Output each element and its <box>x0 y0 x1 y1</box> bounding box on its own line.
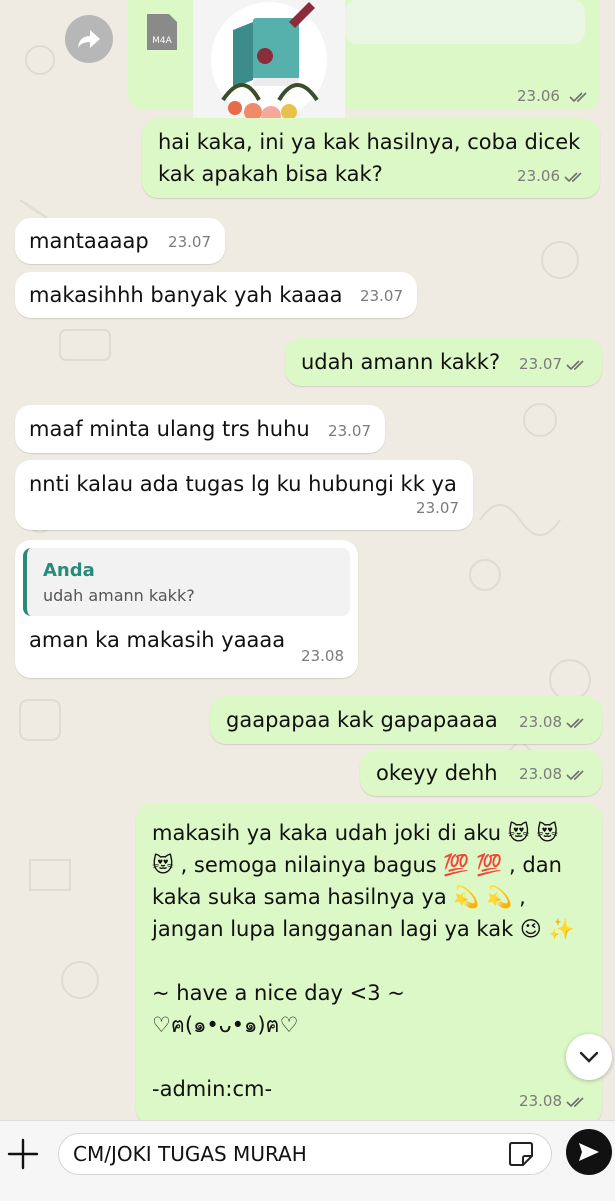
file-message-time: 23.06 <box>517 87 591 105</box>
forward-arrow-icon <box>78 30 100 48</box>
forward-button[interactable] <box>65 15 113 63</box>
outgoing-message[interactable]: okeyy dehh 23.08 <box>360 750 602 796</box>
incoming-reply-message[interactable]: Anda udah amann kakk? aman ka makasih ya… <box>15 540 358 678</box>
plus-icon[interactable] <box>6 1137 40 1171</box>
incoming-message[interactable]: mantaaaap 23.07 <box>15 218 225 264</box>
message-text: aman ka makasih yaaaa <box>29 628 286 652</box>
message-text: gaapapaa kak gapapaaaa <box>226 708 498 732</box>
outgoing-message[interactable]: gaapapaa kak gapapaaaa 23.08 <box>210 696 602 744</box>
message-time: 23.08 <box>519 1085 588 1117</box>
message-input[interactable]: CM/JOKI TUGAS MURAH <box>58 1133 552 1175</box>
quoted-message[interactable]: Anda udah amann kakk? <box>23 548 350 616</box>
outgoing-message[interactable]: hai kaka, ini ya kak hasilnya, coba dice… <box>142 118 600 198</box>
message-time: 23.08 <box>519 758 588 790</box>
incoming-message[interactable]: maaf minta ulang trs huhu 23.07 <box>15 405 385 453</box>
message-text: nnti kalau ada tugas lg ku hubungi kk ya <box>29 472 457 496</box>
message-text: makasihhh banyak yah kaaaa <box>29 283 343 307</box>
outgoing-message[interactable]: udah amann kakk? 23.07 <box>285 338 602 386</box>
message-time: 23.06 <box>517 160 586 192</box>
message-time: 23.07 <box>416 499 459 517</box>
quoted-author: Anda <box>43 560 95 581</box>
send-icon <box>579 1143 599 1161</box>
double-check-icon <box>566 717 584 728</box>
message-text: makasih ya kaka udah joki di aku 😻 😻 😻 ,… <box>152 821 575 1101</box>
message-text: mantaaaap <box>29 229 149 253</box>
incoming-message[interactable]: nnti kalau ada tugas lg ku hubungi kk ya… <box>15 460 473 530</box>
chat-area[interactable]: M4A 23.06 hai kaka, ini ya kak hasilnya,… <box>0 0 615 1120</box>
message-text: okeyy dehh <box>376 761 498 785</box>
double-check-icon <box>564 171 582 182</box>
incoming-message[interactable]: makasihhh banyak yah kaaaa 23.07 <box>15 272 417 318</box>
message-time: 23.08 <box>301 647 344 665</box>
message-time: 23.07 <box>328 422 371 440</box>
message-text: maaf minta ulang trs huhu <box>29 417 310 441</box>
sticker-icon[interactable] <box>508 1141 534 1167</box>
blurred-filename <box>345 0 585 44</box>
message-time: 23.08 <box>519 706 588 738</box>
message-text: udah amann kakk? <box>301 350 501 374</box>
message-time: 23.07 <box>360 287 403 305</box>
scroll-to-bottom-button[interactable] <box>566 1034 612 1080</box>
double-check-icon <box>569 91 587 102</box>
message-composer: CM/JOKI TUGAS MURAH <box>0 1120 615 1201</box>
file-type-label: M4A <box>152 36 172 46</box>
double-check-icon <box>566 359 584 370</box>
message-time: 23.07 <box>168 233 211 251</box>
double-check-icon <box>566 1096 584 1107</box>
chevron-down-icon <box>579 1051 599 1063</box>
message-time: 23.07 <box>519 348 588 380</box>
send-button[interactable] <box>566 1129 612 1175</box>
outgoing-message[interactable]: makasih ya kaka udah joki di aku 😻 😻 😻 ,… <box>136 803 602 1120</box>
double-check-icon <box>566 769 584 780</box>
quoted-text: udah amann kakk? <box>43 586 195 605</box>
file-icon: M4A <box>147 14 177 50</box>
